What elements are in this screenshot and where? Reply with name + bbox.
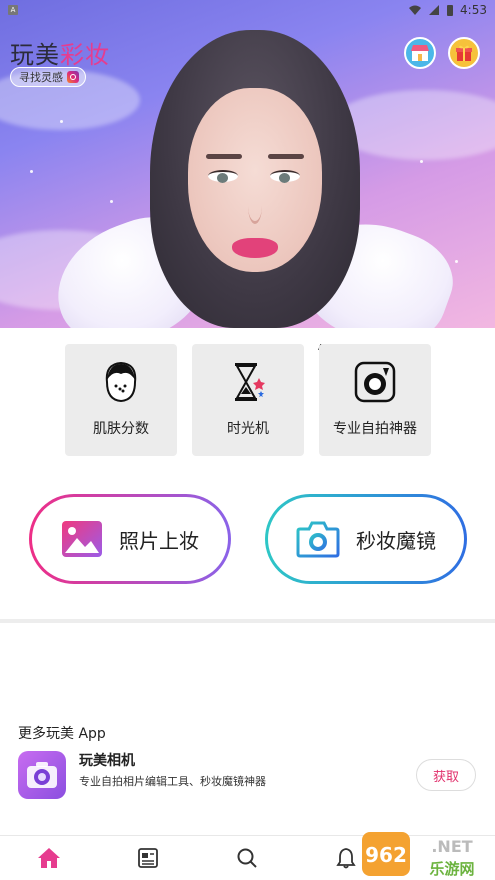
face-icon — [99, 360, 143, 404]
instant-mirror-button[interactable]: 秒妆魔镜 — [265, 494, 467, 584]
store-icon — [411, 45, 429, 61]
instant-mirror-label: 秒妆魔镜 — [356, 528, 436, 553]
nav-search[interactable] — [235, 846, 259, 870]
selfie-tool-label: 专业自拍神器 — [333, 421, 417, 437]
search-icon — [237, 848, 257, 868]
camera-icon — [353, 360, 397, 404]
status-bar: A 4:53 — [0, 0, 495, 20]
status-time: 4:53 — [460, 3, 487, 17]
nav-feed[interactable] — [136, 846, 160, 870]
nav-home[interactable] — [37, 846, 61, 870]
section-divider — [0, 619, 495, 623]
app-logo: 玩美彩妆 — [10, 41, 110, 69]
gift-button[interactable] — [448, 37, 480, 69]
photo-makeup-label: 照片上妆 — [119, 528, 199, 553]
battery-icon — [447, 4, 454, 16]
app-icon[interactable] — [18, 751, 66, 799]
get-app-button[interactable]: 获取 — [416, 759, 476, 791]
camera-app-icon — [27, 762, 57, 788]
camera-outline-icon — [296, 521, 340, 558]
store-button[interactable] — [404, 37, 436, 69]
svg-text:乐游网: 乐游网 — [429, 860, 474, 878]
app-name: 玩美相机 — [79, 753, 135, 769]
more-apps-title: 更多玩美 App — [18, 726, 106, 742]
notification-icon: A — [8, 5, 18, 15]
find-inspiration-button[interactable]: 寻找灵感 — [10, 67, 86, 87]
time-machine-tile[interactable]: 时光机 — [192, 344, 304, 456]
news-icon — [138, 848, 158, 868]
hourglass-icon — [226, 360, 270, 404]
selfie-tool-tile[interactable]: 专业自拍神器 — [319, 344, 431, 456]
time-machine-label: 时光机 — [227, 421, 269, 437]
skin-score-label: 肌肤分数 — [93, 421, 149, 437]
app-description: 专业自拍相片编辑工具、秒妆魔镜神器 — [79, 775, 266, 788]
signal-icon — [429, 5, 440, 15]
home-icon — [38, 848, 60, 868]
photo-icon — [62, 521, 102, 557]
wifi-icon — [409, 5, 422, 15]
nav-notifications[interactable] — [334, 846, 358, 870]
photo-makeup-button[interactable]: 照片上妆 — [29, 494, 231, 584]
site-watermark: 962 .NET 乐游网 — [362, 832, 475, 878]
svg-text:962: 962 — [365, 843, 407, 867]
bell-icon — [336, 848, 356, 869]
hero-banner[interactable]: 玩美彩妆 寻找灵感 — [0, 0, 495, 328]
gift-icon — [456, 45, 472, 61]
find-inspiration-label: 寻找灵感 — [19, 71, 63, 84]
skin-score-tile[interactable]: 肌肤分数 — [65, 344, 177, 456]
model-portrait — [150, 30, 360, 328]
svg-text:.NET: .NET — [431, 837, 472, 856]
instagram-icon — [67, 71, 79, 83]
